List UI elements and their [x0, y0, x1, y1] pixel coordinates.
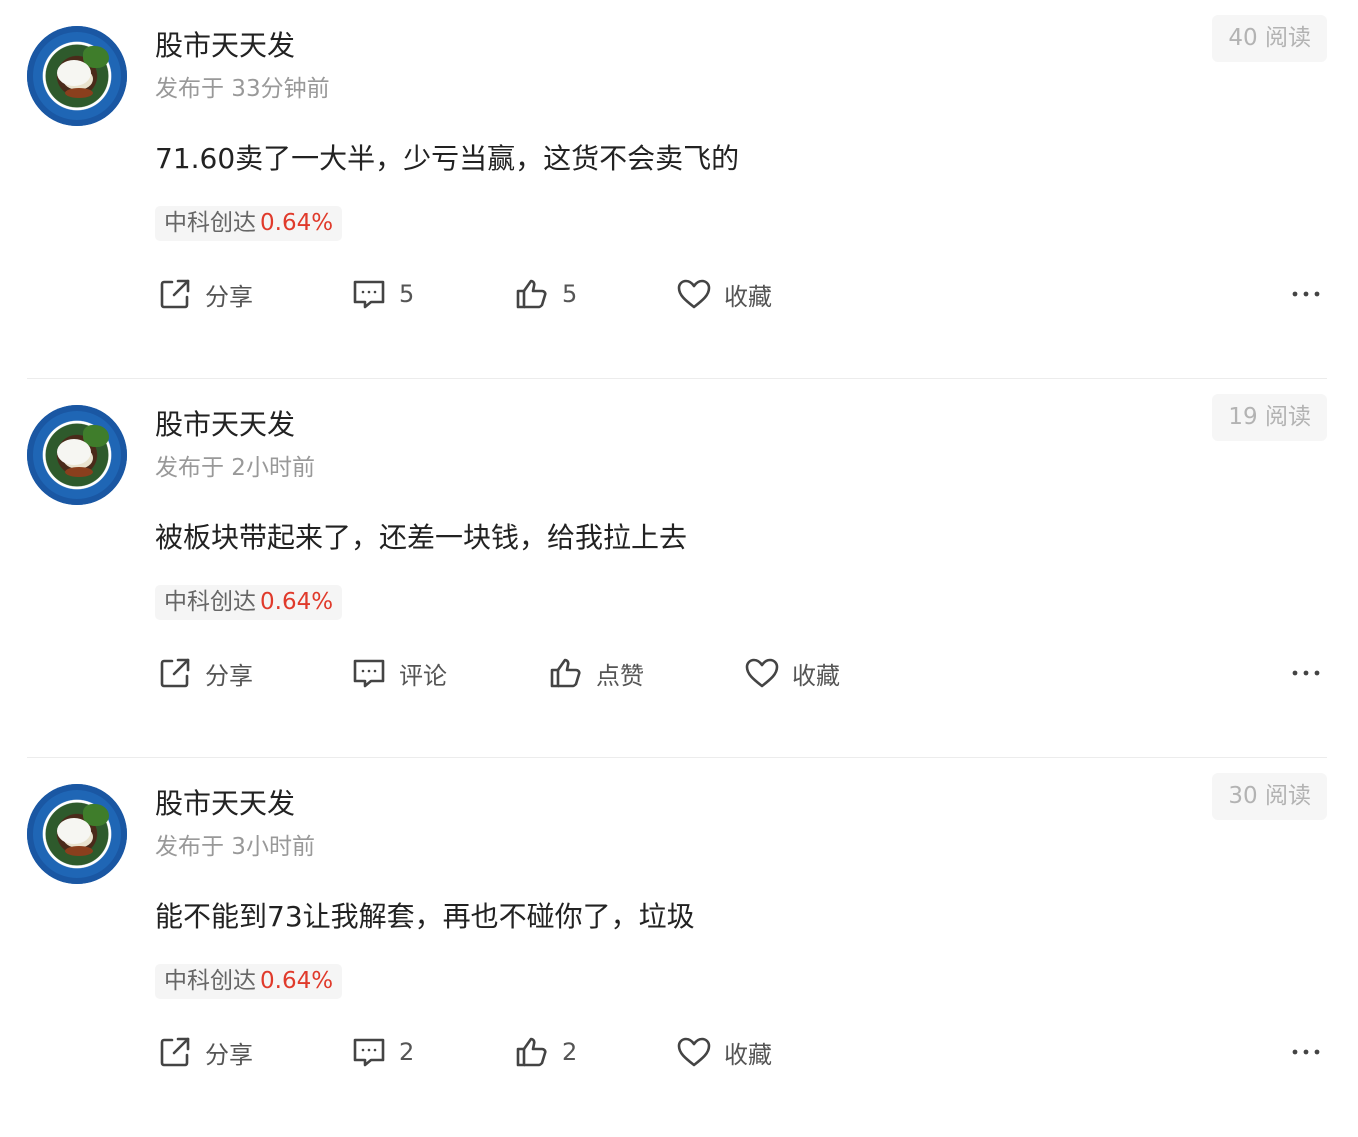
- post-content[interactable]: 71.60卖了一大半，少亏当赢，这货不会卖飞的: [155, 140, 739, 178]
- stock-name: 中科创达: [164, 210, 256, 236]
- favorite-button[interactable]: 收藏: [744, 653, 840, 693]
- stock-name: 中科创达: [164, 589, 256, 615]
- share-button[interactable]: 分享: [157, 653, 253, 693]
- thumbs-up-icon: [516, 1037, 547, 1067]
- like-button[interactable]: 2: [514, 1032, 577, 1072]
- comment-icon: [353, 280, 385, 309]
- author-name[interactable]: 股市天天发: [155, 28, 295, 64]
- like-label: 点赞: [596, 661, 644, 690]
- heart-icon: [677, 279, 711, 309]
- favorite-label: 收藏: [792, 661, 840, 690]
- share-icon: [160, 279, 190, 309]
- comment-count: 2: [399, 1038, 415, 1066]
- comment-button[interactable]: 2: [351, 1032, 414, 1072]
- stock-change: 0.64%: [260, 589, 334, 615]
- stock-change: 0.64%: [260, 210, 334, 236]
- read-count-badge: 30 阅读: [1212, 773, 1327, 820]
- more-icon[interactable]: [1291, 280, 1321, 308]
- thumbs-up-icon: [516, 279, 547, 309]
- thumbs-up-icon: [550, 658, 581, 688]
- post-card: 股市天天发 发布于 33分钟前 40 阅读 71.60卖了一大半，少亏当赢，这货…: [0, 0, 1358, 379]
- like-button[interactable]: 点赞: [548, 653, 644, 693]
- avatar[interactable]: [27, 26, 127, 126]
- post-feed: 股市天天发 发布于 33分钟前 40 阅读 71.60卖了一大半，少亏当赢，这货…: [0, 0, 1358, 1137]
- favorite-button[interactable]: 收藏: [676, 274, 772, 314]
- comment-button[interactable]: 5: [351, 274, 414, 314]
- share-label: 分享: [205, 1040, 253, 1069]
- heart-icon: [677, 1037, 711, 1067]
- favorite-button[interactable]: 收藏: [676, 1032, 772, 1072]
- like-count: 2: [562, 1038, 578, 1066]
- share-button[interactable]: 分享: [157, 1032, 253, 1072]
- read-count-badge: 40 阅读: [1212, 15, 1327, 62]
- comment-icon: [353, 659, 385, 688]
- stock-tag[interactable]: 中科创达 0.64%: [155, 964, 343, 999]
- author-name[interactable]: 股市天天发: [155, 786, 295, 822]
- post-card: 股市天天发 发布于 2小时前 19 阅读 被板块带起来了，还差一块钱，给我拉上去…: [0, 379, 1358, 758]
- avatar[interactable]: [27, 784, 127, 884]
- share-button[interactable]: 分享: [157, 274, 253, 314]
- post-content[interactable]: 能不能到73让我解套，再也不碰你了，垃圾: [155, 898, 695, 936]
- comment-icon: [353, 1038, 385, 1067]
- heart-icon: [745, 658, 779, 688]
- share-label: 分享: [205, 661, 253, 690]
- avatar[interactable]: [27, 405, 127, 505]
- like-button[interactable]: 5: [514, 274, 577, 314]
- comment-button[interactable]: 评论: [351, 653, 447, 693]
- stock-name: 中科创达: [164, 968, 256, 994]
- post-time: 发布于 33分钟前: [155, 76, 330, 102]
- author-name[interactable]: 股市天天发: [155, 407, 295, 443]
- stock-tag[interactable]: 中科创达 0.64%: [155, 585, 343, 620]
- more-icon[interactable]: [1291, 1038, 1321, 1066]
- post-time: 发布于 2小时前: [155, 455, 315, 481]
- post-content[interactable]: 被板块带起来了，还差一块钱，给我拉上去: [155, 519, 687, 557]
- post-card: 股市天天发 发布于 3小时前 30 阅读 能不能到73让我解套，再也不碰你了，垃…: [0, 758, 1358, 1137]
- like-count: 5: [562, 280, 578, 308]
- post-time: 发布于 3小时前: [155, 834, 315, 860]
- stock-tag[interactable]: 中科创达 0.64%: [155, 206, 343, 241]
- stock-change: 0.64%: [260, 968, 334, 994]
- share-label: 分享: [205, 282, 253, 311]
- favorite-label: 收藏: [724, 282, 772, 311]
- read-count-badge: 19 阅读: [1212, 394, 1327, 441]
- comment-count: 5: [399, 280, 415, 308]
- favorite-label: 收藏: [724, 1040, 772, 1069]
- share-icon: [160, 1037, 190, 1067]
- comment-label: 评论: [399, 661, 447, 690]
- more-icon[interactable]: [1291, 659, 1321, 687]
- share-icon: [160, 658, 190, 688]
